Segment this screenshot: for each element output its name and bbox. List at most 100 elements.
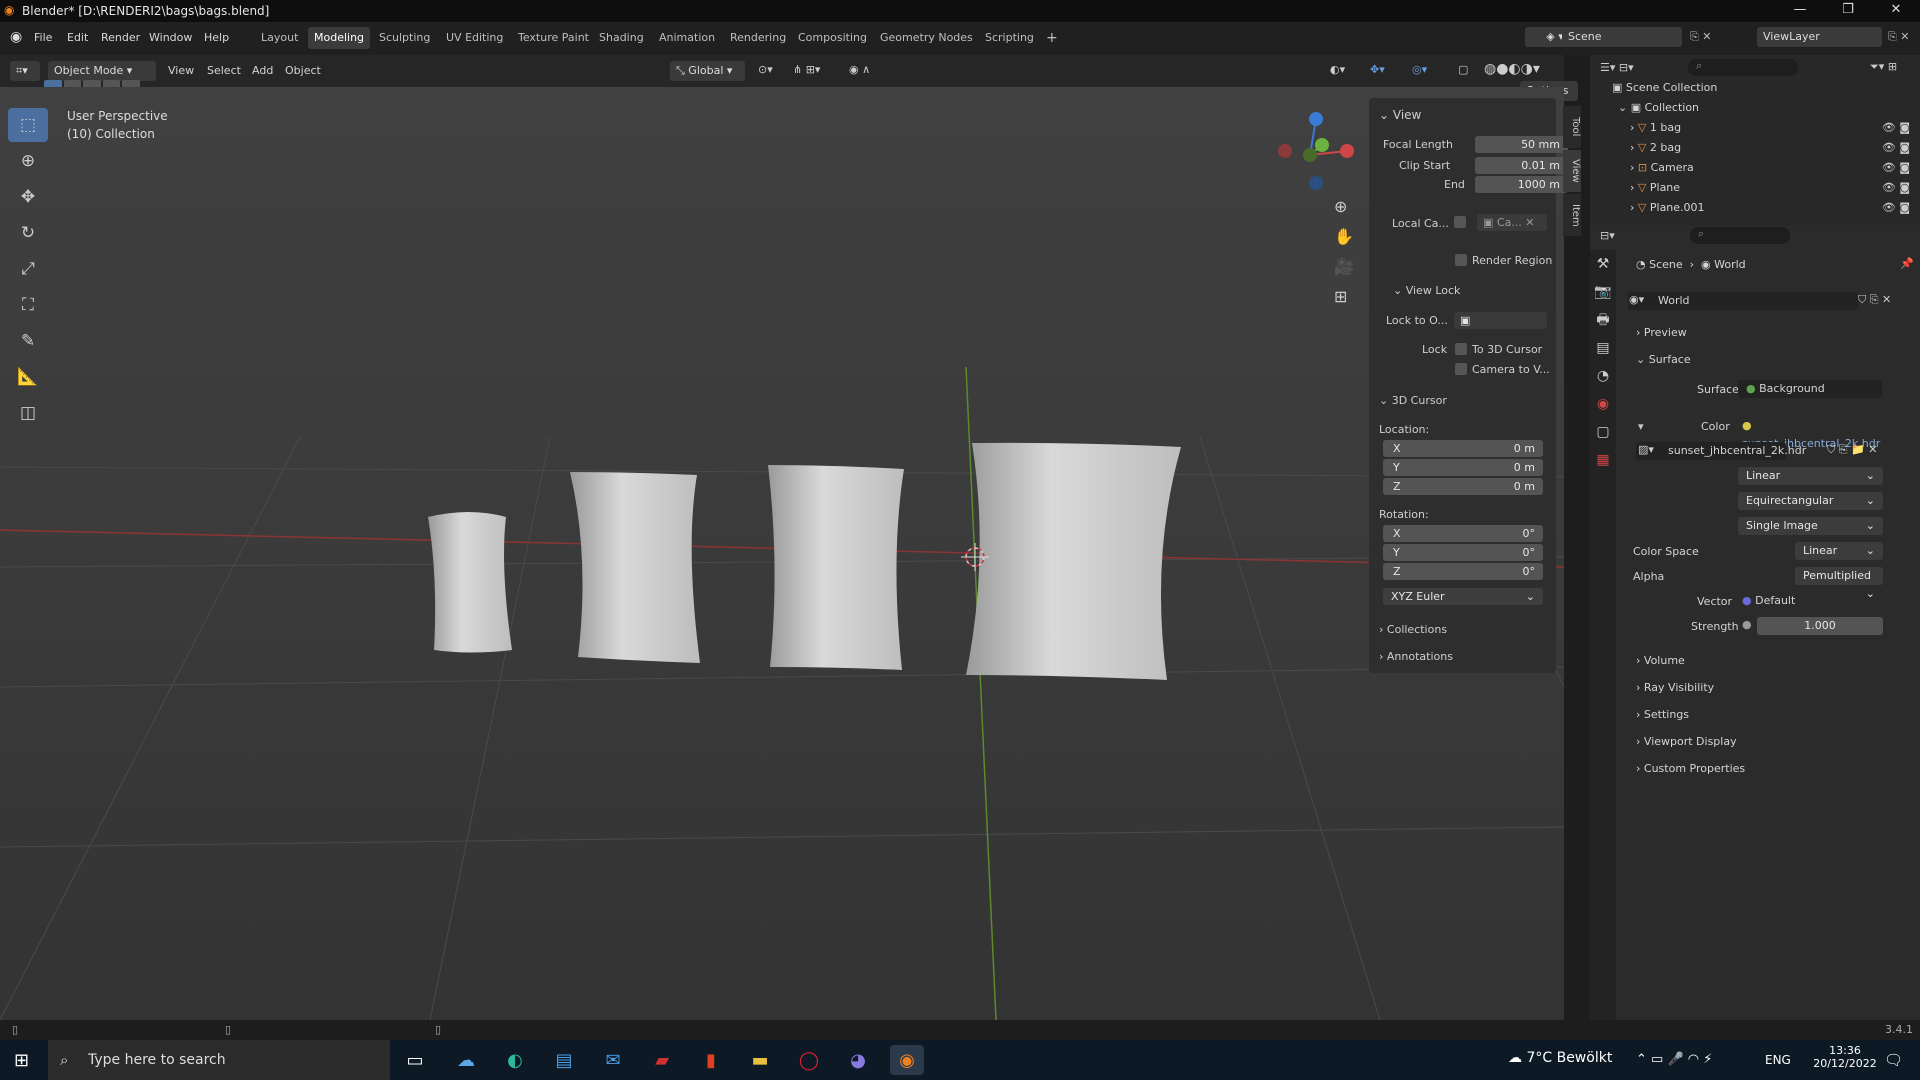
- bag-3[interactable]: [768, 465, 904, 670]
- editor-type-icon[interactable]: ⌗▾: [10, 61, 40, 81]
- tab-layout[interactable]: Layout: [255, 27, 304, 49]
- cursor-loc-z-field[interactable]: Z 0 m: [1383, 478, 1543, 495]
- clock[interactable]: 13:36 20/12/2022: [1810, 1044, 1880, 1070]
- menu-render[interactable]: Render: [101, 31, 140, 44]
- tab-geometry-nodes[interactable]: Geometry Nodes: [874, 27, 979, 49]
- proportional-icon[interactable]: ◉ ∧: [849, 63, 870, 76]
- rotate-icon[interactable]: ↻: [8, 216, 48, 250]
- outliner-search-input[interactable]: ⌕: [1688, 59, 1798, 76]
- bag-4[interactable]: [966, 442, 1181, 680]
- tab-scripting[interactable]: Scripting: [979, 27, 1040, 49]
- outliner-item-2-bag[interactable]: › ▽ 2 bag 👁 ◙: [1630, 141, 1910, 154]
- tray-icons[interactable]: ⌃ ▭ 🎤 ◠ ⚡: [1636, 1052, 1712, 1067]
- lock-to-object-field[interactable]: ▣: [1454, 312, 1547, 329]
- menu-view[interactable]: View: [168, 64, 194, 77]
- annotate-icon[interactable]: ✎: [8, 324, 48, 358]
- cursor-loc-y-field[interactable]: Y 0 m: [1383, 459, 1543, 476]
- world-tab-icon[interactable]: ◉: [1590, 390, 1616, 418]
- weather-widget[interactable]: ☁ 7°C Bewölkt: [1508, 1050, 1612, 1066]
- clip-end-field[interactable]: 1000 m: [1475, 176, 1568, 193]
- zoom-icon[interactable]: ⊕: [1334, 197, 1347, 216]
- source-select[interactable]: Single Image ⌄: [1738, 517, 1883, 535]
- cursor-rot-z-field[interactable]: Z 0°: [1383, 563, 1543, 580]
- visibility-icon[interactable]: ◐▾: [1330, 63, 1345, 76]
- clip-start-field[interactable]: 0.01 m: [1475, 157, 1568, 174]
- outliner-editor-icon[interactable]: ☰▾ ⊟▾: [1600, 61, 1634, 74]
- scene-new-icon[interactable]: ⎘ ✕: [1690, 30, 1712, 44]
- bag-1[interactable]: [428, 512, 512, 653]
- cursor-section-header[interactable]: ⌄ 3D Cursor: [1379, 394, 1447, 407]
- tool-tab-icon[interactable]: ⚒: [1590, 250, 1616, 278]
- view-section-header[interactable]: ⌄ View: [1379, 108, 1421, 122]
- windows-start-icon[interactable]: ⊞: [14, 1050, 29, 1071]
- image-datablock-field[interactable]: sunset_jhbcentral_2k.hdr: [1636, 442, 1806, 460]
- scene-tab-icon[interactable]: ◔: [1590, 362, 1616, 390]
- measure-icon[interactable]: 📐: [8, 360, 48, 394]
- minimize-icon[interactable]: —: [1780, 2, 1820, 17]
- color-input-link[interactable]: ● sunset_jhbcentral_2k.hdr: [1742, 417, 1887, 450]
- move-icon[interactable]: ✥: [8, 180, 48, 214]
- opera-icon[interactable]: ◯: [792, 1045, 826, 1075]
- cursor-rot-y-field[interactable]: Y 0°: [1383, 544, 1543, 561]
- settings-panel[interactable]: › Settings: [1636, 708, 1689, 721]
- image-browse-icon[interactable]: ▨▾: [1638, 443, 1654, 456]
- texture-tab-icon[interactable]: ▦: [1590, 446, 1616, 474]
- tab-uv-editing[interactable]: UV Editing: [440, 27, 509, 49]
- props-search-input[interactable]: ⌕: [1690, 227, 1790, 244]
- tab-view[interactable]: View: [1563, 150, 1581, 192]
- cursor-rot-x-field[interactable]: X 0°: [1383, 525, 1543, 542]
- task-view-icon[interactable]: ▭: [398, 1045, 432, 1075]
- output-tab-icon[interactable]: 🖶: [1590, 306, 1616, 334]
- pin-icon[interactable]: 📌: [1900, 257, 1914, 270]
- shading-modes-icon[interactable]: ◍●◐◑▾: [1484, 61, 1540, 77]
- store-icon[interactable]: ▤: [547, 1045, 581, 1075]
- xray-icon[interactable]: ▢: [1458, 63, 1468, 76]
- tab-animation[interactable]: Animation: [653, 27, 721, 49]
- 3d-viewport[interactable]: User Perspective (10) Collection ⊕ ✋ 🎥 ⊞: [0, 87, 1564, 1020]
- ray-visibility-panel[interactable]: › Ray Visibility: [1636, 681, 1714, 694]
- preview-panel[interactable]: › Preview: [1636, 326, 1687, 339]
- car-app-icon[interactable]: ▰: [645, 1045, 679, 1075]
- navigation-gizmo[interactable]: [1278, 112, 1354, 190]
- menu-file[interactable]: File: [34, 31, 52, 44]
- projection-select[interactable]: Equirectangular ⌄: [1738, 492, 1883, 510]
- blender-menu-icon[interactable]: ◉: [10, 29, 22, 45]
- language-indicator[interactable]: ENG: [1765, 1053, 1791, 1067]
- scene-collection-row[interactable]: ▣ Scene Collection: [1612, 81, 1717, 94]
- lock-cursor-checkbox[interactable]: [1455, 343, 1467, 355]
- mail-icon[interactable]: ✉: [596, 1045, 630, 1075]
- tab-shading[interactable]: Shading: [593, 27, 650, 49]
- transform-icon[interactable]: ⛶: [8, 288, 48, 322]
- alpha-select[interactable]: Pemultiplied ⌄: [1795, 567, 1883, 600]
- gizmo-toggle-icon[interactable]: ✥▾: [1370, 63, 1385, 76]
- custom-properties-panel[interactable]: › Custom Properties: [1636, 762, 1745, 775]
- color-expand-icon[interactable]: ▾: [1638, 420, 1644, 433]
- collections-section[interactable]: › Collections: [1379, 623, 1447, 636]
- restore-icon[interactable]: ❐: [1828, 2, 1868, 17]
- outliner-item-1-bag[interactable]: › ▽ 1 bag 👁 ◙: [1630, 121, 1910, 134]
- menu-add[interactable]: Add: [252, 64, 273, 77]
- menu-select[interactable]: Select: [207, 64, 241, 77]
- image-actions-icon[interactable]: ⛉ ⎘ 📁 ✕: [1827, 443, 1877, 457]
- viewlayer-field[interactable]: ViewLayer: [1757, 27, 1882, 47]
- focal-length-field[interactable]: 50 mm: [1475, 136, 1568, 153]
- office-icon[interactable]: ▮: [694, 1045, 728, 1075]
- tab-item[interactable]: Item: [1563, 194, 1581, 236]
- bag-2[interactable]: [570, 472, 700, 663]
- camera-view-icon[interactable]: 🎥: [1334, 257, 1354, 276]
- world-datablock-field[interactable]: World: [1628, 292, 1858, 310]
- annotations-section[interactable]: › Annotations: [1379, 650, 1453, 663]
- render-region-checkbox[interactable]: [1455, 254, 1467, 266]
- close-icon[interactable]: ✕: [1876, 2, 1916, 17]
- menu-edit[interactable]: Edit: [67, 31, 88, 44]
- scale-icon[interactable]: ⤢: [8, 252, 48, 286]
- tab-sculpting[interactable]: Sculpting: [373, 27, 436, 49]
- tab-texture-paint[interactable]: Texture Paint: [512, 27, 595, 49]
- vector-input[interactable]: ● Default: [1742, 592, 1882, 610]
- filter-icon[interactable]: ⏷▾ ⊞: [1870, 60, 1897, 74]
- interpolation-select[interactable]: Linear ⌄: [1738, 467, 1883, 485]
- surface-shader-field[interactable]: ● Background: [1738, 380, 1882, 398]
- tab-tool[interactable]: Tool: [1563, 106, 1581, 148]
- local-camera-checkbox[interactable]: [1454, 216, 1466, 228]
- viewlayer-new-icon[interactable]: ⎘ ✕: [1888, 30, 1910, 44]
